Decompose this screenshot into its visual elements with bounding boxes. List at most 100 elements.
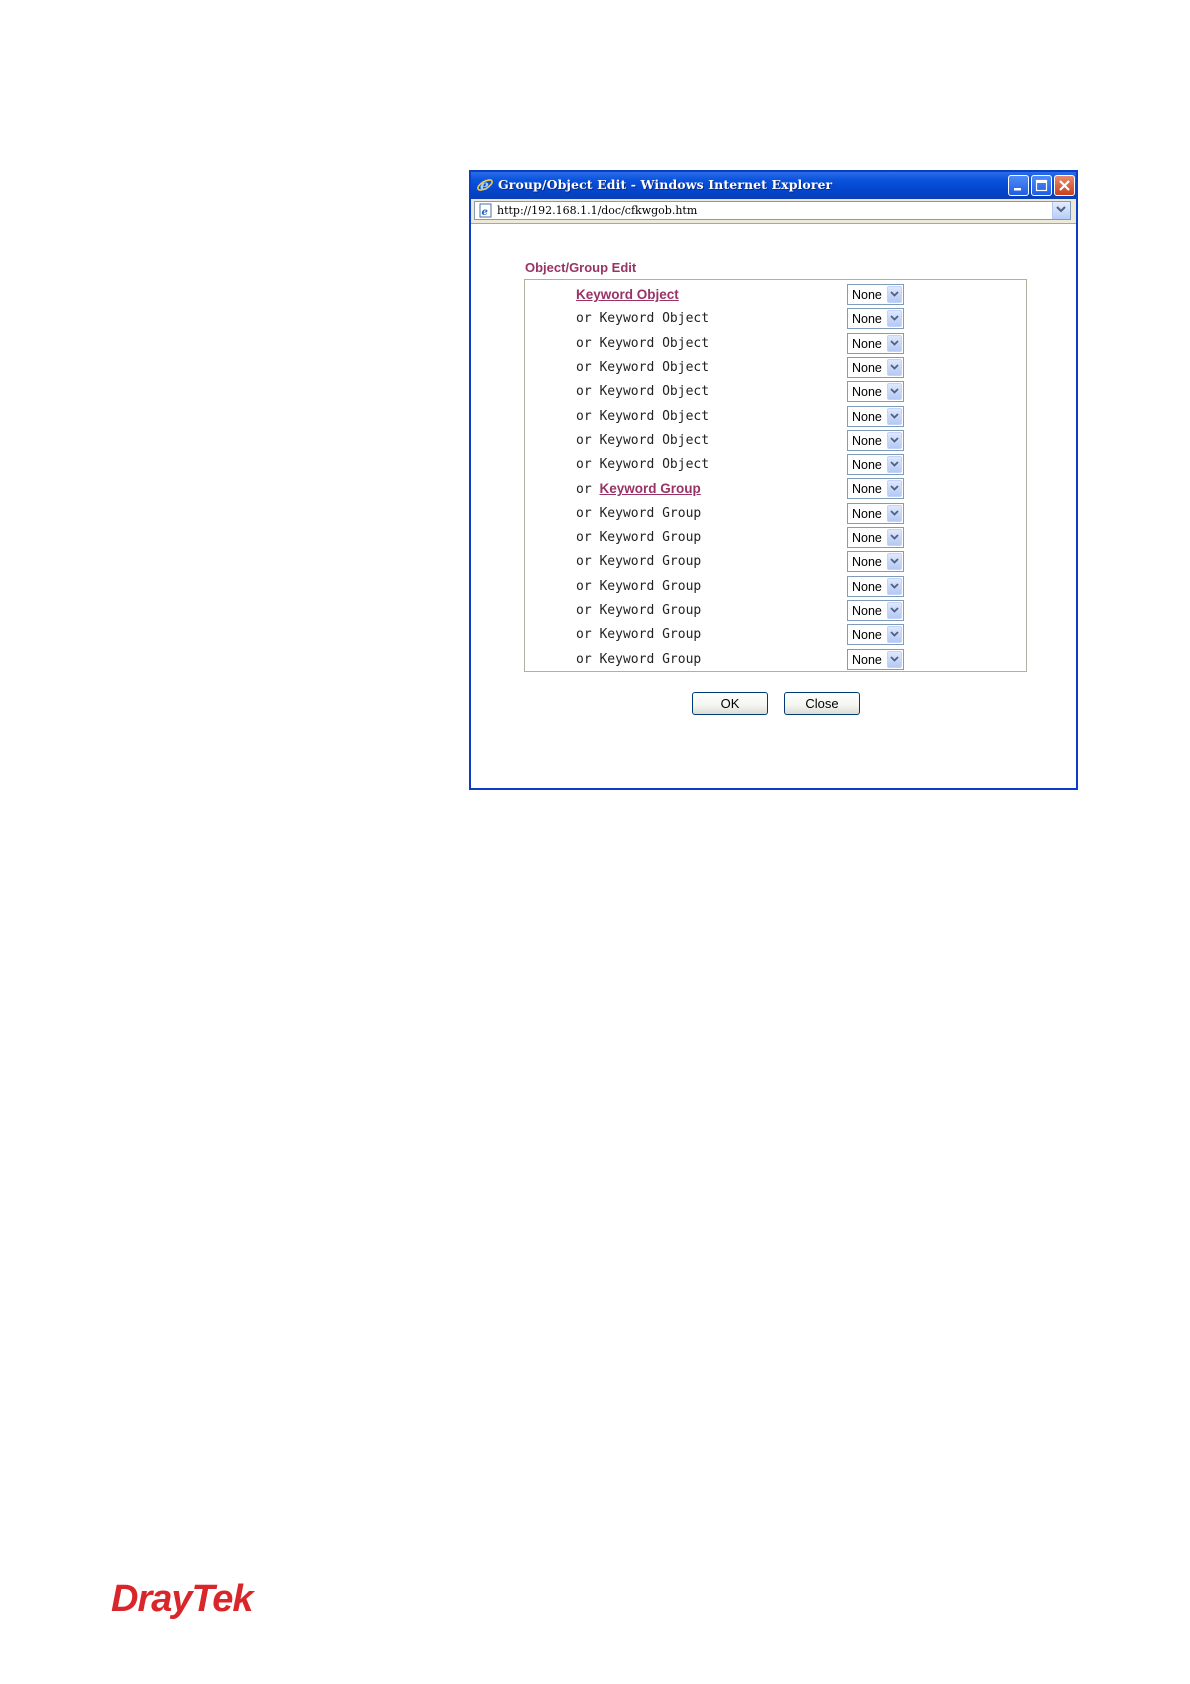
- select-dropdown[interactable]: None: [847, 575, 904, 597]
- table-row: or Keyword Object None: [525, 332, 1026, 356]
- row-prefix: or: [576, 554, 592, 570]
- svg-text:e: e: [480, 178, 489, 194]
- table-row: or Keyword Group None: [525, 648, 1026, 672]
- row-prefix: or: [576, 505, 592, 521]
- table-row: or Keyword Group None: [525, 575, 1026, 599]
- row-label-text: Keyword Group: [599, 602, 702, 618]
- object-group-table: Keyword Object None or Keyword Object None o…: [524, 279, 1027, 672]
- select-value: None: [852, 288, 882, 302]
- table-row: or Keyword Group None: [525, 526, 1026, 550]
- draytek-logo: DrayTek: [111, 1578, 254, 1620]
- chevron-down-icon: [890, 364, 899, 370]
- ok-button[interactable]: OK: [692, 692, 768, 715]
- row-label-text: Keyword Object: [599, 408, 710, 424]
- chevron-down-icon: [1056, 206, 1066, 213]
- keyword-group-link[interactable]: Keyword Group: [599, 481, 700, 496]
- table-row: or Keyword Group None: [525, 550, 1026, 574]
- row-prefix: or: [576, 311, 592, 327]
- dropdown-arrow-button[interactable]: [887, 601, 902, 619]
- row-label-text: Keyword Group: [599, 651, 702, 667]
- select-value: None: [852, 482, 882, 497]
- row-label: or Keyword Group: [576, 579, 701, 594]
- dropdown-arrow-button[interactable]: [887, 383, 902, 401]
- select-dropdown[interactable]: None: [847, 551, 904, 573]
- select-dropdown[interactable]: None: [847, 381, 904, 403]
- maximize-button[interactable]: [1031, 175, 1052, 196]
- select-value: None: [852, 312, 882, 327]
- select-value: None: [852, 409, 882, 424]
- dropdown-arrow-button[interactable]: [887, 626, 902, 644]
- close-window-button[interactable]: [1054, 175, 1075, 196]
- chevron-down-icon: [890, 534, 899, 540]
- dropdown-arrow-button[interactable]: [887, 650, 902, 668]
- dropdown-arrow-button[interactable]: [887, 504, 902, 522]
- dropdown-arrow-button[interactable]: [887, 310, 902, 328]
- dropdown-arrow-button[interactable]: [887, 407, 902, 425]
- dropdown-arrow-button[interactable]: [887, 358, 902, 376]
- dropdown-arrow-button[interactable]: [887, 577, 902, 595]
- select-value: None: [852, 433, 882, 448]
- select-value: None: [852, 336, 882, 351]
- row-label-text: Keyword Group: [599, 578, 702, 594]
- address-dropdown-button[interactable]: [1052, 202, 1070, 219]
- select-dropdown[interactable]: None: [847, 454, 904, 476]
- dropdown-arrow-button[interactable]: [887, 553, 902, 571]
- table-row: or Keyword Group None: [525, 502, 1026, 526]
- dropdown-arrow-button[interactable]: [887, 286, 902, 303]
- select-dropdown[interactable]: None: [847, 527, 904, 548]
- table-row: or Keyword Group None: [525, 477, 1026, 501]
- select-value: None: [852, 603, 882, 618]
- table-row: or Keyword Object None: [525, 380, 1026, 404]
- address-field[interactable]: e http://192.168.1.1/doc/cfkwgob.htm: [474, 201, 1071, 220]
- select-value: None: [852, 555, 882, 570]
- page-content: Object/Group Edit Keyword Object None or K…: [471, 224, 1076, 788]
- select-value: None: [852, 579, 882, 594]
- row-label: or Keyword Object: [576, 360, 709, 375]
- keyword-object-link[interactable]: Keyword Object: [576, 287, 679, 302]
- row-prefix: or: [576, 530, 592, 545]
- row-label: or Keyword Object: [576, 457, 709, 472]
- select-dropdown[interactable]: None: [847, 405, 904, 427]
- dropdown-arrow-button[interactable]: [887, 529, 902, 546]
- table-row: or Keyword Object None: [525, 429, 1026, 453]
- select-value: None: [852, 531, 882, 545]
- row-label: or Keyword Object: [576, 409, 709, 424]
- close-button[interactable]: Close: [784, 692, 860, 715]
- select-value: None: [852, 360, 882, 375]
- row-label-text: Keyword Object: [599, 359, 710, 375]
- row-prefix: or: [576, 602, 592, 618]
- page-icon: e: [478, 203, 493, 218]
- select-dropdown[interactable]: None: [847, 356, 904, 378]
- maximize-icon: [1035, 179, 1048, 192]
- minimize-button[interactable]: [1008, 175, 1029, 196]
- row-prefix: or: [576, 432, 592, 448]
- dropdown-arrow-button[interactable]: [887, 480, 902, 498]
- select-dropdown[interactable]: None: [847, 599, 904, 621]
- select-dropdown[interactable]: None: [847, 624, 904, 646]
- dropdown-arrow-button[interactable]: [887, 456, 902, 474]
- chevron-down-icon: [890, 461, 899, 467]
- select-dropdown[interactable]: None: [847, 429, 904, 451]
- select-dropdown[interactable]: None: [847, 284, 904, 305]
- address-bar: e http://192.168.1.1/doc/cfkwgob.htm: [471, 199, 1076, 224]
- row-label: Keyword Object: [576, 287, 679, 303]
- row-label: or Keyword Group: [576, 506, 701, 521]
- dropdown-arrow-button[interactable]: [887, 431, 902, 449]
- row-label-text: Keyword Group: [599, 627, 702, 643]
- select-dropdown[interactable]: None: [847, 308, 904, 330]
- select-dropdown[interactable]: None: [847, 332, 904, 354]
- row-label-text: Keyword Group: [599, 554, 702, 570]
- row-prefix: or: [576, 482, 592, 498]
- row-label-text: Keyword Object: [599, 335, 710, 351]
- select-dropdown[interactable]: None: [847, 648, 904, 670]
- row-prefix: or: [576, 627, 592, 643]
- row-prefix: or: [576, 384, 592, 400]
- title-bar[interactable]: e Group/Object Edit - Windows Internet E…: [471, 172, 1076, 199]
- ie-logo-icon: e: [476, 176, 494, 194]
- row-prefix: or: [576, 578, 592, 594]
- dropdown-arrow-button[interactable]: [887, 334, 902, 352]
- row-label: or Keyword Object: [576, 384, 709, 399]
- select-value: None: [852, 458, 882, 473]
- select-dropdown[interactable]: None: [847, 502, 904, 524]
- select-dropdown[interactable]: None: [847, 478, 904, 500]
